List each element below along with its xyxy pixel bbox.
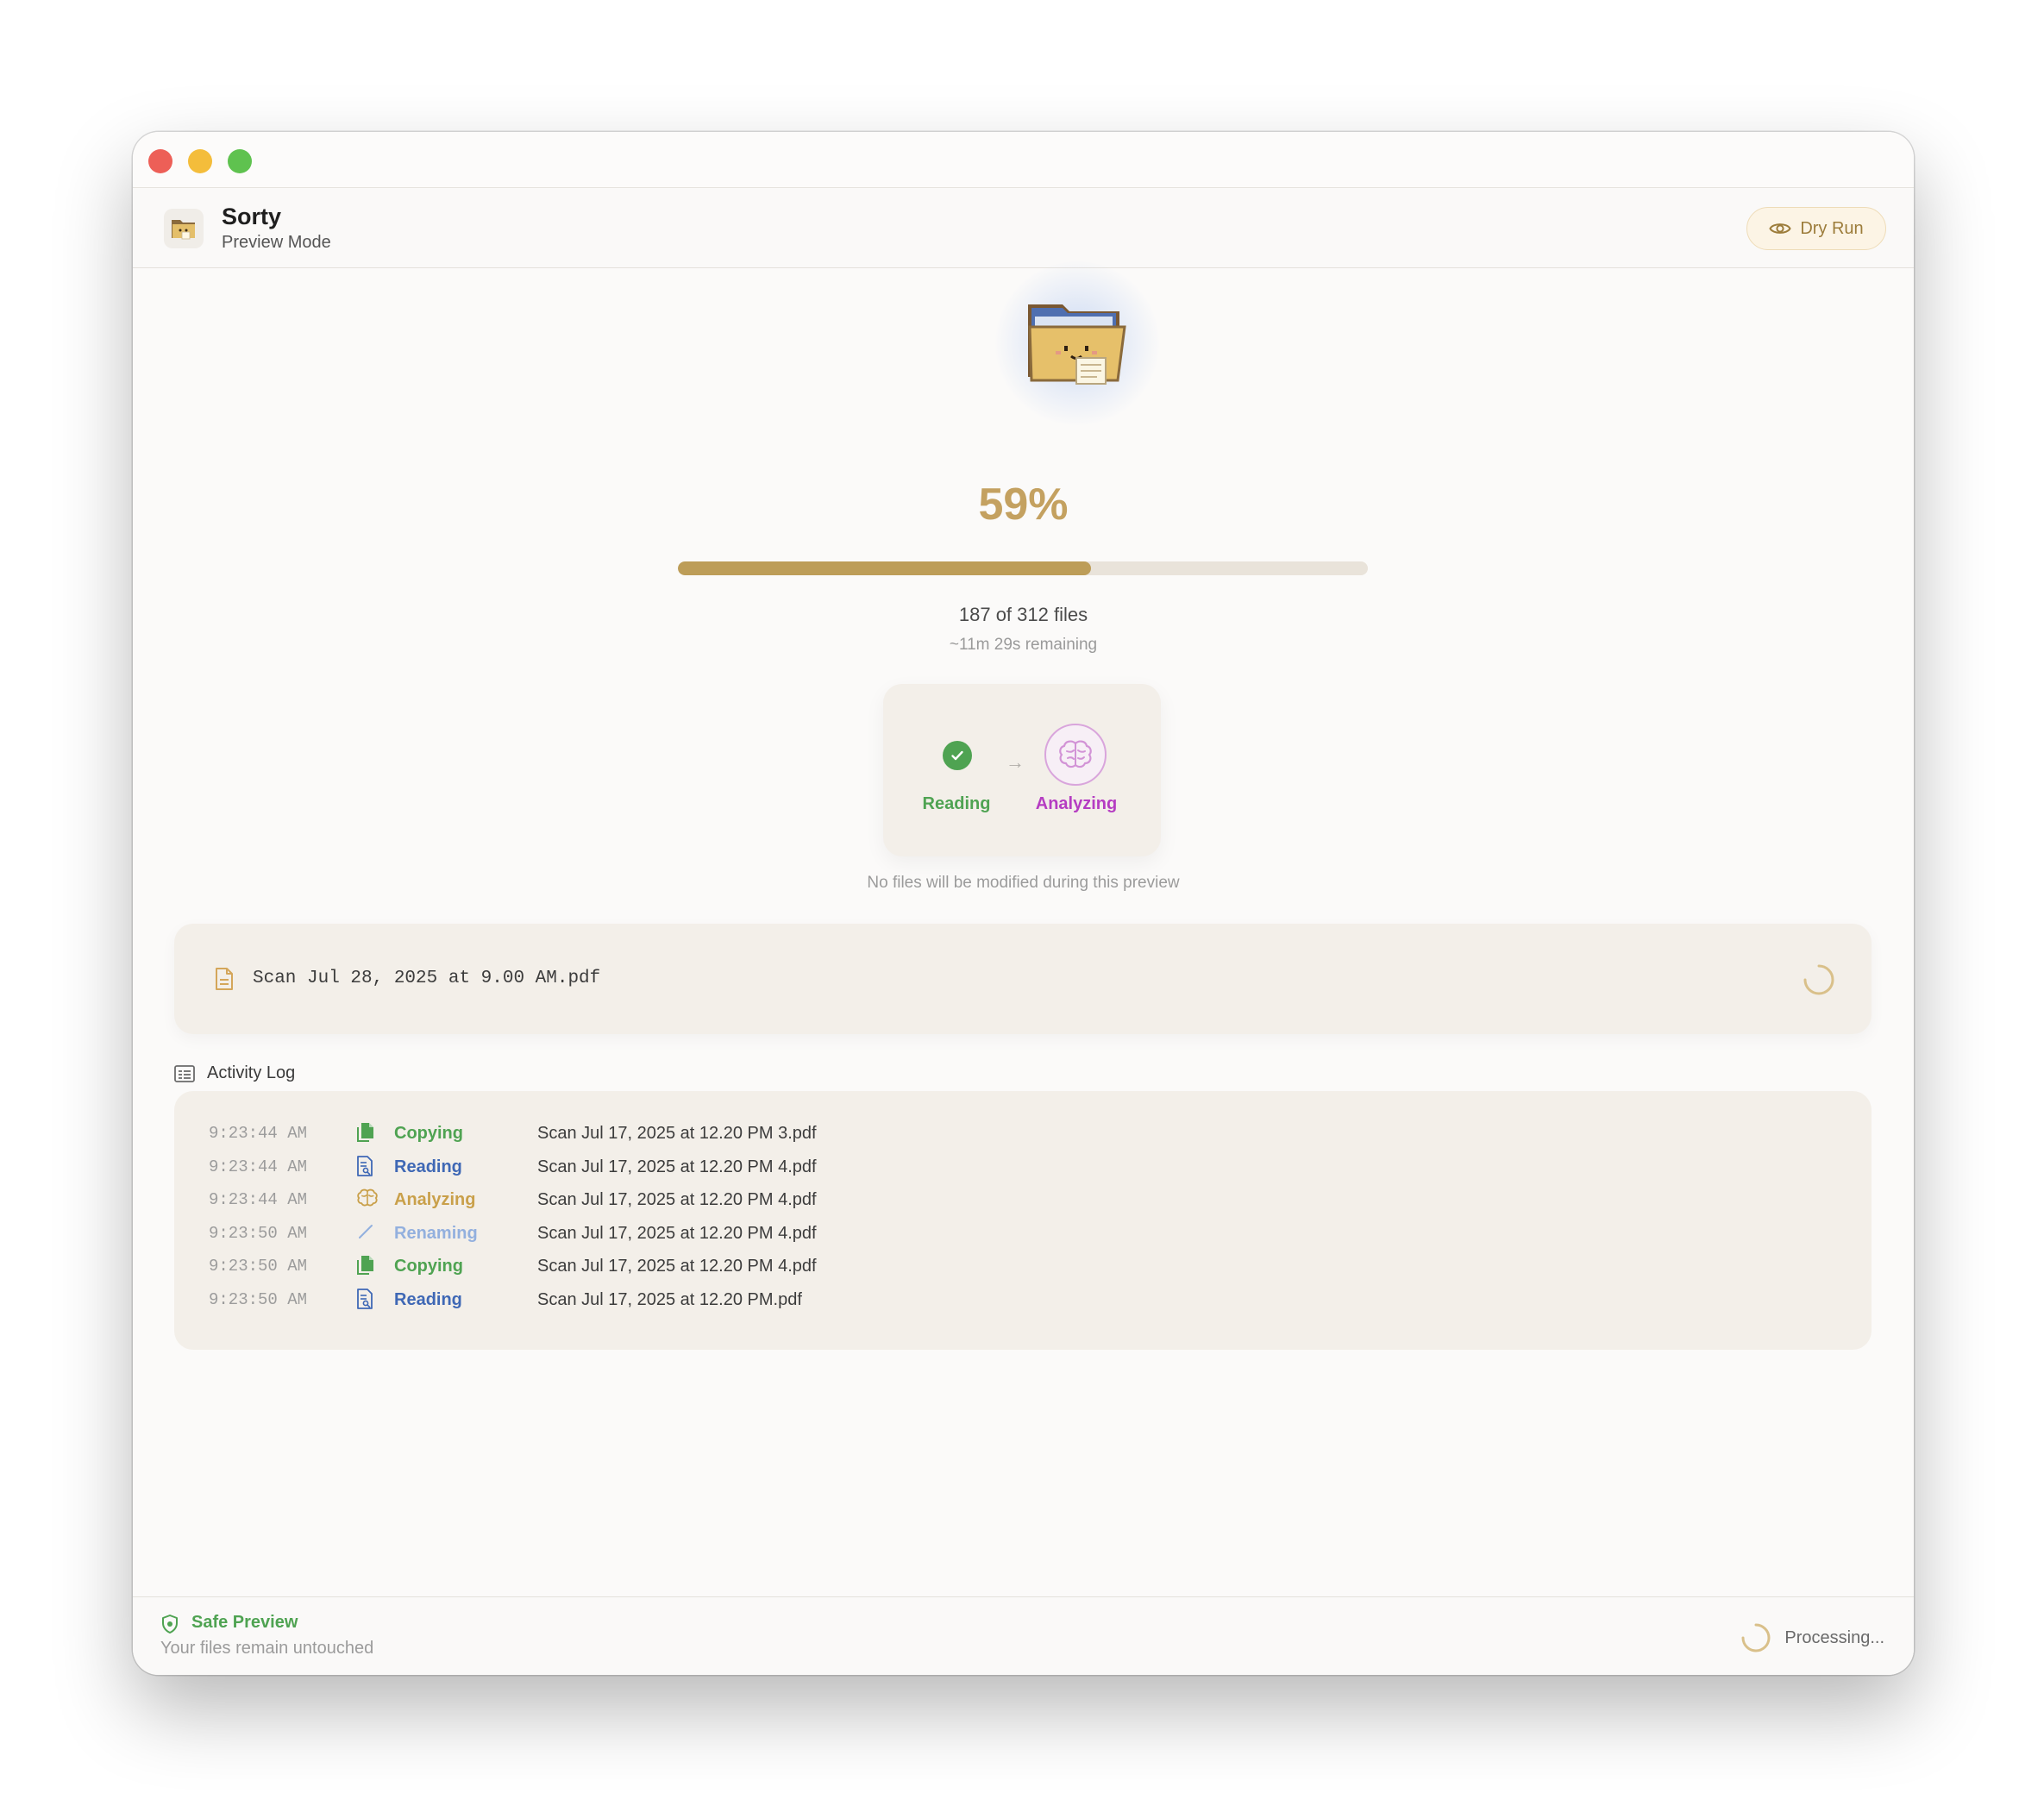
log-entry-action: Analyzing: [394, 1190, 476, 1209]
app-title: Sorty: [222, 204, 282, 229]
log-entry-time: 9:23:50 AM: [209, 1257, 308, 1276]
log-entry-file: Scan Jul 17, 2025 at 12.20 PM 4.pdf: [537, 1223, 817, 1243]
log-entry-file: Scan Jul 17, 2025 at 12.20 PM 4.pdf: [537, 1257, 817, 1276]
log-entry-file: Scan Jul 17, 2025 at 12.20 PM 4.pdf: [537, 1157, 817, 1176]
safe-preview-title: Safe Preview: [191, 1613, 298, 1632]
activity-log-title: Activity Log: [207, 1063, 296, 1082]
read-doc-icon: [356, 1288, 373, 1314]
minimize-window-button[interactable]: [188, 149, 212, 173]
safe-preview-subtitle: Your files remain untouched: [160, 1639, 374, 1658]
brain-icon: [1044, 724, 1107, 786]
mascot-glow: [995, 261, 1159, 425]
check-icon: [943, 741, 972, 770]
dry-run-label: Dry Run: [1800, 218, 1864, 238]
list-icon: [174, 1064, 195, 1082]
folder-mascot-icon: [1028, 304, 1126, 385]
log-entry: 9:23:44 AM Copying Scan Jul 17, 2025 at 12…: [174, 1119, 1872, 1151]
log-entry-action: Reading: [394, 1157, 462, 1176]
title-bar: [133, 132, 1914, 188]
progress-bar-fill: [678, 561, 1092, 575]
shield-icon: [162, 1615, 178, 1634]
log-entry-action: Renaming: [394, 1223, 478, 1243]
log-entry: 9:23:44 AM Analyzing Scan Jul 17, 2025 at …: [174, 1185, 1872, 1218]
activity-log-header: Activity Log: [174, 1063, 295, 1083]
log-entry: 9:23:44 AM Reading Scan Jul 17, 2025 at 12…: [174, 1152, 1872, 1185]
app-window: Sorty Preview Mode Dry Run 59% 187 of 31…: [133, 132, 1914, 1675]
progress-bar: [678, 561, 1368, 575]
brain-icon: [356, 1188, 379, 1212]
arrow-right-icon: →: [1006, 751, 1025, 773]
log-entry-time: 9:23:50 AM: [209, 1223, 308, 1243]
log-entry: 9:23:50 AM Copying Scan Jul 17, 2025 at 12…: [174, 1251, 1872, 1284]
current-file-card: Scan Jul 28, 2025 at 9.00 AM.pdf: [174, 924, 1872, 1034]
status-footer: Safe Preview Your files remain untouched…: [133, 1596, 1914, 1675]
eye-icon: [1769, 223, 1791, 234]
close-window-button[interactable]: [148, 149, 172, 173]
copy-icon: [356, 1255, 375, 1280]
stage-indicator: Reading → Analyzing: [883, 684, 1161, 856]
progress-percent: 59%: [978, 480, 1069, 530]
log-entry-file: Scan Jul 17, 2025 at 12.20 PM 4.pdf: [537, 1190, 817, 1209]
stage-analyzing-label: Analyzing: [1035, 794, 1118, 813]
log-entry-time: 9:23:44 AM: [209, 1190, 308, 1209]
log-entry-action: Copying: [394, 1124, 463, 1143]
dry-run-button[interactable]: Dry Run: [1746, 207, 1886, 250]
loading-spinner-icon: [1803, 964, 1834, 995]
log-entry-file: Scan Jul 17, 2025 at 12.20 PM.pdf: [537, 1289, 802, 1309]
pencil-icon: [356, 1222, 375, 1245]
log-entry-time: 9:23:44 AM: [209, 1157, 308, 1176]
processing-status: Processing...: [1740, 1621, 1884, 1654]
loading-spinner-icon: [1741, 1623, 1771, 1652]
zoom-window-button[interactable]: [228, 149, 252, 173]
processing-label: Processing...: [1784, 1627, 1884, 1647]
log-entry-file: Scan Jul 17, 2025 at 12.20 PM 3.pdf: [537, 1124, 817, 1143]
preview-notice: No files will be modified during this pr…: [867, 874, 1180, 892]
log-entry-action: Reading: [394, 1289, 462, 1309]
log-entry-action: Copying: [394, 1257, 463, 1276]
time-remaining: ~11m 29s remaining: [949, 636, 1098, 654]
app-header: Sorty Preview Mode Dry Run: [133, 188, 1914, 268]
copy-icon: [356, 1122, 375, 1147]
app-folder-icon: [164, 209, 204, 248]
app-subtitle: Preview Mode: [222, 233, 331, 252]
log-entry-time: 9:23:44 AM: [209, 1124, 308, 1143]
activity-log-list: 9:23:44 AM Copying Scan Jul 17, 2025 at 12…: [174, 1091, 1872, 1350]
stage-reading-label: Reading: [922, 794, 991, 813]
files-count: 187 of 312 files: [958, 604, 1088, 625]
document-icon: [216, 968, 233, 990]
current-file-name: Scan Jul 28, 2025 at 9.00 AM.pdf: [253, 969, 601, 988]
log-entry-time: 9:23:50 AM: [209, 1289, 308, 1309]
log-entry: 9:23:50 AM Reading Scan Jul 17, 2025 at 12…: [174, 1285, 1872, 1318]
log-entry: 9:23:50 AM Renaming Scan Jul 17, 2025 at 1…: [174, 1219, 1872, 1251]
read-doc-icon: [356, 1155, 373, 1181]
